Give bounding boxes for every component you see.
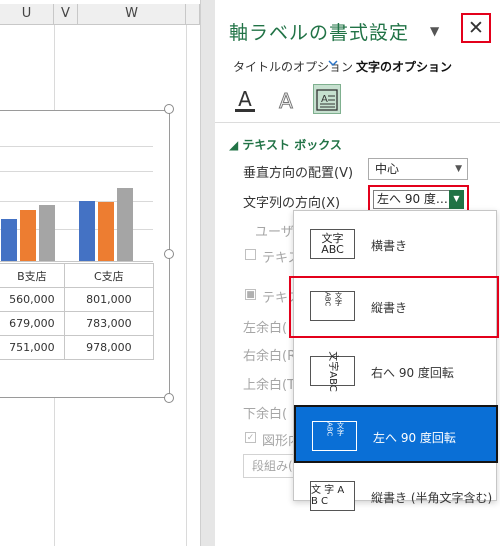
menu-item-stacked[interactable]: 文 字 A B C 縦書き (半角文字含む) bbox=[294, 467, 498, 525]
chart-bar bbox=[1, 219, 17, 261]
chart-bar bbox=[79, 201, 95, 261]
table-header-cell: C支店 bbox=[63, 263, 155, 288]
textbox-icon: A bbox=[316, 89, 338, 111]
data-table: B支店 C支店 560,000 801,000 679,000 783,000 … bbox=[0, 263, 155, 360]
chart-bar bbox=[117, 188, 133, 261]
margin-top-label: 上余白(T bbox=[243, 378, 296, 393]
text-direction-select[interactable]: 左へ 90 度… ▼ bbox=[373, 190, 464, 209]
menu-item-rotate-right-90[interactable]: 文字ABC 右へ 90 度回転 bbox=[294, 342, 498, 400]
margin-bottom-label: 下余白( bbox=[243, 407, 288, 422]
close-button[interactable]: ✕ bbox=[461, 13, 491, 43]
table-cell: 801,000 bbox=[63, 287, 155, 312]
textbox-button[interactable]: A bbox=[313, 84, 341, 114]
svg-text:A: A bbox=[238, 87, 252, 111]
horizontal-text-icon: 文字 ABC bbox=[310, 229, 355, 259]
svg-text:A: A bbox=[321, 94, 328, 105]
vertical-align-select[interactable]: 中心 ▼ bbox=[368, 158, 468, 180]
menu-item-horizontal[interactable]: 文字 ABC 横書き bbox=[294, 215, 498, 273]
chevron-down-icon[interactable] bbox=[327, 57, 339, 72]
text-direction-menu: 文字 ABC 横書き 文字ABC 縦書き 文字ABC 右へ 90 度回転 文字AB… bbox=[293, 210, 498, 511]
gridline bbox=[186, 25, 187, 546]
wrap-checkbox[interactable]: ✓ bbox=[245, 432, 256, 443]
dropdown-arrow-icon: ▼ bbox=[455, 164, 462, 174]
checkbox[interactable] bbox=[245, 249, 256, 260]
table-cell: 679,000 bbox=[0, 311, 65, 336]
resize-handle-right[interactable] bbox=[164, 249, 174, 259]
svg-text:A: A bbox=[279, 89, 293, 113]
chart-bar bbox=[39, 205, 55, 261]
rotate-right-text-icon: 文字ABC bbox=[310, 351, 355, 391]
text-effects-icon: A bbox=[279, 89, 294, 114]
text-direction-highlight: 左へ 90 度… ▼ bbox=[368, 185, 469, 213]
rotate-left-text-icon: 文字ABC bbox=[312, 421, 357, 451]
chart-bar bbox=[20, 210, 36, 261]
column-header-next[interactable] bbox=[186, 4, 200, 25]
stacked-text-icon: 文 字 A B C bbox=[310, 481, 355, 511]
chart-bar bbox=[98, 202, 114, 261]
resize-handle-bottom-right[interactable] bbox=[164, 393, 174, 403]
resize-handle-top-right[interactable] bbox=[164, 104, 174, 114]
table-row: 560,000 801,000 bbox=[0, 287, 155, 312]
pane-splitter[interactable] bbox=[200, 0, 215, 546]
table-row: 751,000 978,000 bbox=[0, 335, 155, 360]
margin-left-label: 左余白( bbox=[243, 321, 288, 336]
pane-options-caret-icon[interactable]: ▼ bbox=[430, 24, 439, 38]
column-header-v[interactable]: V bbox=[54, 4, 78, 25]
table-header-cell: B支店 bbox=[0, 263, 65, 288]
vertical-item-highlight bbox=[289, 276, 499, 338]
pane-title: 軸ラベルの書式設定 bbox=[229, 22, 410, 44]
vertical-align-label: 垂直方向の配置(V) bbox=[243, 166, 354, 181]
section-textbox-header[interactable]: ◢ テキスト ボックス bbox=[229, 136, 342, 153]
table-cell: 978,000 bbox=[63, 335, 155, 360]
menu-item-rotate-left-90[interactable]: 文字ABC 左へ 90 度回転 bbox=[294, 405, 498, 463]
text-effects-button[interactable]: A bbox=[272, 84, 300, 114]
worksheet-area: U V W B支店 C支店 560,000 801,000 679,000 78… bbox=[0, 0, 200, 546]
collapse-triangle-icon: ◢ bbox=[229, 138, 243, 152]
tab-text-options[interactable]: 文字のオプション bbox=[356, 58, 452, 75]
pane-separator bbox=[215, 122, 500, 123]
margin-right-label: 右余白(R bbox=[243, 349, 297, 364]
text-direction-label: 文字列の方向(X) bbox=[243, 196, 341, 211]
column-header-u[interactable]: U bbox=[0, 4, 54, 25]
columns-button[interactable]: 段組み( bbox=[243, 454, 299, 478]
text-fill-icon: A bbox=[235, 87, 255, 112]
dropdown-arrow-icon: ▼ bbox=[449, 190, 464, 209]
column-header-w[interactable]: W bbox=[78, 4, 186, 25]
chart-object[interactable]: B支店 C支店 560,000 801,000 679,000 783,000 … bbox=[0, 110, 170, 398]
checkbox-filled[interactable]: ■ bbox=[245, 289, 256, 300]
table-cell: 783,000 bbox=[63, 311, 155, 336]
table-cell: 751,000 bbox=[0, 335, 65, 360]
text-fill-outline-button[interactable]: A bbox=[231, 84, 259, 114]
table-cell: 560,000 bbox=[0, 287, 65, 312]
plot-gridline bbox=[0, 146, 153, 147]
close-icon: ✕ bbox=[468, 17, 484, 39]
table-row: 679,000 783,000 bbox=[0, 311, 155, 336]
